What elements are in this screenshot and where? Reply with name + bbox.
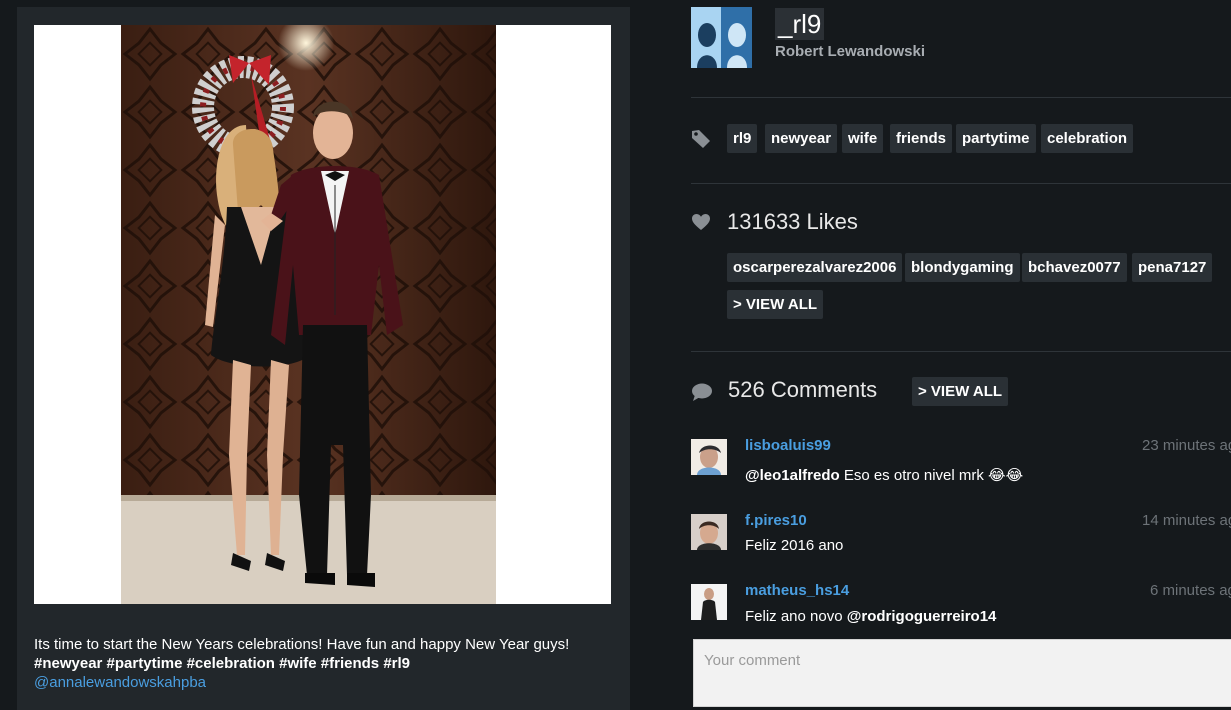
likes-view-all-button[interactable]: > VIEW ALL (727, 290, 824, 319)
tag-icon (691, 129, 711, 154)
post-photo-frame (34, 25, 611, 604)
caption-text: Its time to start the New Years celebrat… (34, 636, 570, 653)
liker-chip[interactable]: oscarperezalvarez2006 (727, 253, 903, 282)
likes-count: 131633 Likes (727, 209, 858, 234)
liker-chip[interactable]: pena7127 (1132, 253, 1213, 282)
comment-mention[interactable]: @leo1alfredo (745, 467, 840, 484)
post-photo[interactable] (121, 25, 496, 604)
tag-chip[interactable]: wife (842, 124, 884, 153)
divider (691, 97, 1231, 98)
laughing-emoji: 😂😂 (988, 467, 1024, 484)
tag-chip[interactable]: newyear (765, 124, 838, 153)
tag-chip[interactable]: rl9 (727, 124, 758, 153)
comment-bubble-icon (691, 382, 713, 407)
comment-text: Feliz ano novo @rodrigoguerreiro14 (745, 608, 996, 625)
comment-body: Feliz ano novo (745, 608, 847, 625)
divider (691, 183, 1231, 184)
profile-avatar[interactable] (691, 7, 752, 68)
comment-avatar[interactable] (691, 584, 727, 620)
post-panel: Its time to start the New Years celebrat… (17, 7, 630, 710)
profile-full-name: Robert Lewandowski (775, 43, 926, 60)
tag-chip[interactable]: celebration (1041, 124, 1134, 153)
comment-input[interactable] (693, 639, 1231, 707)
comment-text: Feliz 2016 ano (745, 537, 844, 554)
comment-username[interactable]: f.pires10 (745, 512, 807, 529)
profile-username[interactable]: _rl9 (775, 8, 825, 40)
comment-avatar[interactable] (691, 514, 727, 550)
tag-chip[interactable]: partytime (956, 124, 1036, 153)
comment-time: 14 minutes ag (1142, 512, 1231, 529)
heart-icon[interactable] (691, 213, 711, 236)
comment-mention[interactable]: @rodrigoguerreiro14 (847, 608, 997, 625)
caption-mention[interactable]: @annalewandowskahpba (34, 673, 624, 692)
comment-time: 23 minutes ag (1142, 437, 1231, 454)
comments-count: 526 Comments (728, 377, 878, 402)
post-caption: Its time to start the New Years celebrat… (34, 635, 624, 692)
comment-time: 6 minutes ag (1150, 582, 1231, 599)
comment-avatar[interactable] (691, 439, 727, 475)
comment-body: Eso es otro nivel mrk (839, 467, 989, 484)
liker-chip[interactable]: bchavez0077 (1022, 253, 1127, 282)
comment-text: @leo1alfredo Eso es otro nivel mrk 😂😂 (745, 466, 1023, 484)
divider (691, 351, 1231, 352)
liker-chip[interactable]: blondygaming (905, 253, 1020, 282)
comments-view-all-button[interactable]: > VIEW ALL (912, 377, 1009, 406)
comment-username[interactable]: matheus_hs14 (745, 582, 849, 599)
tag-chip[interactable]: friends (890, 124, 953, 153)
comment-username[interactable]: lisboaluis99 (745, 437, 831, 454)
caption-hashtags[interactable]: #newyear #partytime #celebration #wife #… (34, 654, 624, 673)
